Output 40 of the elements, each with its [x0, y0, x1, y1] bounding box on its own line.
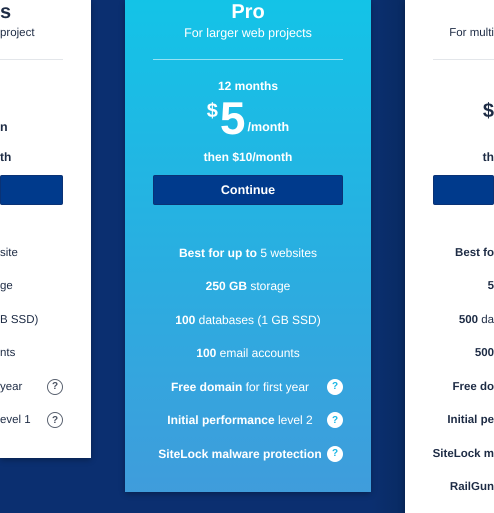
renewal-price: th [482, 150, 494, 164]
plan-subtitle: project [0, 27, 35, 39]
continue-button[interactable] [433, 175, 494, 205]
plan-term: 12 months [218, 79, 278, 93]
feature-text: Best fo [455, 246, 494, 259]
feature-text: 100 email accounts [195, 346, 301, 360]
plan-subtitle: For multi [449, 27, 494, 39]
feature-text: 100 databases (1 GB SSD) [174, 312, 322, 327]
price-unit: n [0, 120, 8, 134]
plan-title: Pro [231, 0, 265, 24]
renewal-price: th [0, 150, 12, 164]
feature-text: 500 [474, 347, 494, 360]
help-icon[interactable]: ? [47, 412, 63, 428]
feature-text: nts [0, 347, 16, 360]
price-unit: /month [248, 120, 290, 134]
feature-text: Initial pe [447, 414, 494, 426]
continue-button[interactable]: Continue [153, 175, 343, 205]
feature-text: Free do [452, 380, 494, 393]
feature-text: ge [0, 280, 13, 292]
feature-text: 500 da [458, 314, 494, 326]
feature-text: SiteLock m [432, 448, 494, 460]
feature-text: Best for up to 5 websites [178, 246, 318, 260]
feature-text: Free domain for first year [170, 380, 310, 394]
feature-text: site [0, 246, 18, 259]
price-currency: $ [482, 100, 494, 123]
feature-text: RailGun [450, 481, 494, 494]
feature-text: Initial performance level 2 [166, 413, 314, 428]
plan-subtitle: For larger web projects [184, 26, 312, 40]
feature-text: evel 1 [0, 414, 31, 426]
feature-text: 250 GB storage [204, 279, 292, 294]
renewal-price: then $10/month [204, 150, 292, 164]
price-currency: $ [206, 100, 218, 123]
continue-button[interactable] [0, 175, 63, 205]
price-amount: 5 [220, 96, 246, 140]
help-icon[interactable]: ? [47, 378, 63, 395]
feature-text: 5 [488, 280, 494, 292]
plan-title: s [0, 0, 12, 24]
feature-text: year [0, 380, 22, 393]
feature-text: B SSD) [0, 314, 38, 326]
feature-text: SiteLock malware protection [157, 446, 323, 461]
